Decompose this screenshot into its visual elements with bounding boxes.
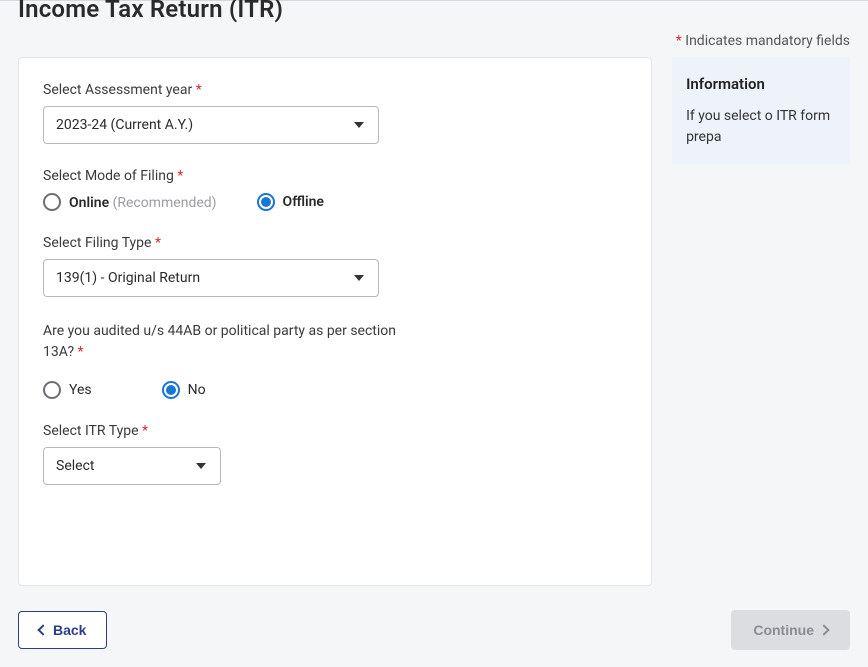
radio-icon bbox=[43, 193, 61, 211]
filing-type-label: Select Filing Type * bbox=[43, 235, 627, 251]
audit-question-label: Are you audited u/s 44AB or political pa… bbox=[43, 321, 403, 363]
filing-type-group: Select Filing Type * 139(1) - Original R… bbox=[43, 235, 627, 297]
audit-no-radio[interactable]: No bbox=[162, 381, 206, 399]
audit-yes-radio[interactable]: Yes bbox=[43, 381, 92, 399]
continue-button[interactable]: Continue bbox=[731, 610, 850, 650]
caret-down-icon bbox=[354, 275, 364, 281]
filing-type-dropdown[interactable]: 139(1) - Original Return bbox=[43, 259, 379, 297]
radio-icon bbox=[43, 381, 61, 399]
info-panel-body: If you select o ITR form prepa bbox=[686, 106, 836, 148]
caret-down-icon bbox=[354, 122, 364, 128]
assessment-year-group: Select Assessment year * 2023-24 (Curren… bbox=[43, 82, 627, 144]
radio-selected-icon bbox=[257, 193, 275, 211]
mode-of-filing-label: Select Mode of Filing * bbox=[43, 168, 627, 184]
assessment-year-label: Select Assessment year * bbox=[43, 82, 627, 98]
back-button[interactable]: Back bbox=[18, 611, 107, 649]
mode-offline-radio[interactable]: Offline bbox=[257, 193, 324, 211]
mandatory-note: * Indicates mandatory fields bbox=[0, 27, 868, 57]
radio-selected-icon bbox=[162, 381, 180, 399]
chevron-right-icon bbox=[818, 624, 829, 635]
assessment-year-dropdown[interactable]: 2023-24 (Current A.Y.) bbox=[43, 106, 379, 144]
chevron-left-icon bbox=[37, 624, 48, 635]
audit-question-group: Are you audited u/s 44AB or political pa… bbox=[43, 321, 627, 399]
mode-online-radio[interactable]: Online (Recommended) bbox=[43, 192, 217, 211]
form-card: Select Assessment year * 2023-24 (Curren… bbox=[18, 57, 652, 586]
page-title: Income Tax Return (ITR) bbox=[0, 0, 868, 27]
itr-type-dropdown[interactable]: Select bbox=[43, 447, 221, 485]
mode-of-filing-group: Select Mode of Filing * Online (Recommen… bbox=[43, 168, 627, 211]
info-panel: Information If you select o ITR form pre… bbox=[672, 57, 850, 164]
info-panel-title: Information bbox=[686, 73, 836, 96]
itr-type-group: Select ITR Type * Select bbox=[43, 423, 627, 485]
itr-type-label: Select ITR Type * bbox=[43, 423, 627, 439]
caret-down-icon bbox=[196, 463, 206, 469]
